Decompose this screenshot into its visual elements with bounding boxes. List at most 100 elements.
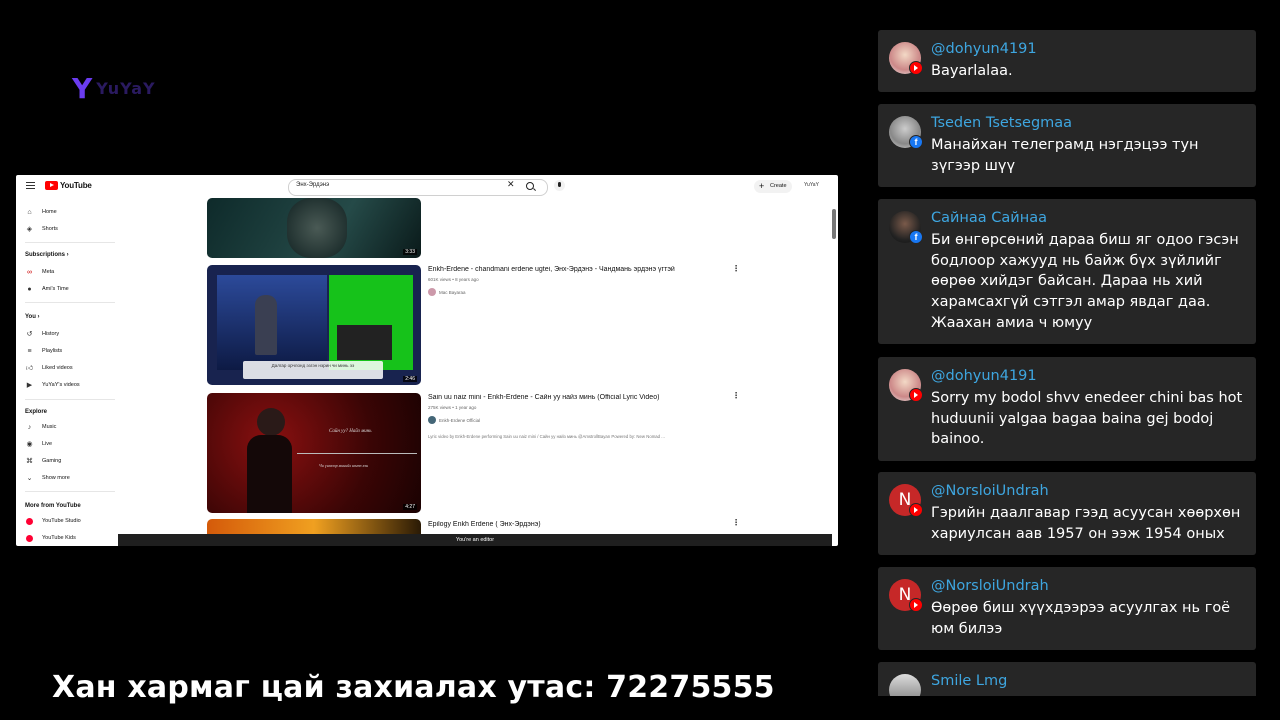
chat-username: Smile Lmg bbox=[931, 673, 1008, 689]
sidebar-label: Meta bbox=[42, 269, 55, 275]
sidebar-item-meta[interactable]: ∞ Meta bbox=[25, 266, 54, 278]
sidebar-label: Music bbox=[42, 424, 57, 430]
youtube-brand: YouTube bbox=[60, 181, 92, 190]
chat-message: @dohyun4191 Sorry my bodol shvv enedeer … bbox=[878, 357, 1256, 461]
your-videos-icon: ▶ bbox=[26, 381, 33, 389]
sidebar-label: Live bbox=[42, 441, 53, 447]
logo-mark: Y bbox=[72, 72, 93, 105]
sidebar-item-kids[interactable]: YouTube Kids bbox=[25, 532, 76, 544]
divider bbox=[25, 302, 115, 303]
chat-username: @NorsloiUndrah bbox=[931, 483, 1049, 499]
video-title[interactable]: Enkh-Erdene - chandmani erdene ugtei, Эн… bbox=[428, 266, 728, 273]
divider bbox=[25, 242, 115, 243]
editor-notice: You're an editor bbox=[118, 534, 832, 546]
stream-logo: Y YuYaY bbox=[72, 72, 156, 105]
chat-message: Smile Lmg bbox=[878, 662, 1256, 696]
sidebar-item-history[interactable]: ↺ History bbox=[25, 328, 60, 340]
sidebar-item-home[interactable]: ⌂ Home bbox=[25, 206, 57, 218]
studio-icon bbox=[25, 517, 34, 526]
scrollbar[interactable] bbox=[832, 209, 836, 239]
sidebar-label: Liked videos bbox=[42, 365, 73, 371]
sidebar-label: Show more bbox=[42, 475, 70, 481]
create-label: Create bbox=[770, 183, 787, 189]
meta-channel-icon: ∞ bbox=[27, 268, 32, 276]
chat-username: @NorsloiUndrah bbox=[931, 578, 1049, 594]
sidebar-label: Ami's Time bbox=[42, 286, 69, 292]
video-meta: 275K views • 1 year ago bbox=[428, 405, 477, 410]
thumbs-up-icon: 👍︎ bbox=[25, 364, 34, 372]
gaming-icon: ⌘ bbox=[26, 457, 33, 465]
account-avatar[interactable]: YuYaY bbox=[804, 182, 819, 188]
search-input[interactable]: Энх-Эрдэнэ ✕ bbox=[288, 179, 548, 196]
sidebar-item-gaming[interactable]: ⌘ Gaming bbox=[25, 455, 61, 467]
menu-icon[interactable] bbox=[26, 182, 35, 191]
video-thumbnail[interactable]: 3:33 bbox=[207, 198, 421, 258]
microphone-icon[interactable] bbox=[554, 180, 565, 191]
chat-username: @dohyun4191 bbox=[931, 368, 1037, 384]
chat-username: @dohyun4191 bbox=[931, 41, 1037, 57]
video-title[interactable]: Epilogy Enkh Erdene ( Энх-Эрдэнэ) bbox=[428, 521, 728, 528]
sidebar-label: Home bbox=[42, 209, 57, 215]
video-meta: 601K views • 8 years ago bbox=[428, 277, 479, 282]
chat-message: N @NorsloiUndrah Өөрөө биш хүүхдээрээ ас… bbox=[878, 567, 1256, 650]
sidebar-label: YouTube Studio bbox=[42, 518, 81, 524]
sidebar-item-show-more[interactable]: ⌄ Show more bbox=[25, 472, 70, 484]
sidebar-item-amis-time[interactable]: ● Ami's Time bbox=[25, 283, 69, 295]
chat-text: Би өнгөрсөний дараа биш яг одоо гэсэн бо… bbox=[931, 232, 1239, 331]
thumbnail-text: Сайн уу? Найз минь bbox=[329, 429, 372, 434]
channel-avatar bbox=[428, 288, 436, 296]
video-description: Lyric video by Enkh-Erdene performing Sa… bbox=[428, 434, 665, 439]
video-channel[interactable]: Enkh-Erdene Official bbox=[428, 416, 480, 424]
facebook-badge-icon: f bbox=[909, 135, 923, 149]
home-icon: ⌂ bbox=[27, 208, 32, 216]
chat-message: @dohyun4191 Bayarlalaa. bbox=[878, 30, 1256, 92]
sidebar-label: History bbox=[42, 331, 60, 337]
explore-header: Explore bbox=[25, 409, 48, 415]
subscriptions-header[interactable]: Subscriptions › bbox=[25, 252, 69, 258]
chat-text: Bayarlalaa. bbox=[931, 63, 1013, 79]
search-query: Энх-Эрдэнэ bbox=[296, 182, 330, 188]
youtube-window: YouTube Энх-Эрдэнэ ✕ + Create YuYaY ⌂ Hom… bbox=[16, 175, 838, 546]
video-title[interactable]: Sain uu naiz mini - Enkh-Erdene - Сайн у… bbox=[428, 394, 728, 401]
chat-username: Сайнаа Сайнаа bbox=[931, 210, 1047, 226]
more-options-icon[interactable]: ⋮ bbox=[732, 392, 740, 400]
facebook-badge-icon: f bbox=[909, 230, 923, 244]
youtube-play-icon bbox=[45, 181, 58, 190]
video-duration: 2:46 bbox=[403, 376, 417, 382]
sidebar-item-your-videos[interactable]: ▶ YuYaY's videos bbox=[25, 379, 80, 391]
sidebar-item-studio[interactable]: YouTube Studio bbox=[25, 515, 81, 527]
sidebar-label: Shorts bbox=[42, 226, 58, 232]
music-icon: ♪ bbox=[27, 423, 32, 431]
video-thumbnail[interactable]: Сайн уу? Найз минь Чи үнэхээр минийх нөг… bbox=[207, 393, 421, 513]
search-icon[interactable] bbox=[526, 182, 534, 190]
sidebar-label: Playlists bbox=[42, 348, 63, 354]
divider bbox=[25, 399, 115, 400]
youtube-logo[interactable]: YouTube bbox=[45, 181, 92, 190]
create-button[interactable]: + Create bbox=[754, 180, 792, 193]
plus-icon: + bbox=[759, 181, 765, 191]
sidebar-item-live[interactable]: ◉ Live bbox=[25, 438, 52, 450]
video-channel[interactable]: Mac Bayaraa bbox=[428, 288, 466, 296]
more-options-icon[interactable]: ⋮ bbox=[732, 519, 740, 527]
clear-icon[interactable]: ✕ bbox=[507, 180, 515, 190]
video-thumbnail[interactable]: Далгар орчлонд эзгэн нэрин чи минь ээ 2:… bbox=[207, 265, 421, 385]
user-avatar bbox=[889, 674, 921, 696]
kids-icon bbox=[25, 534, 34, 543]
you-header[interactable]: You › bbox=[25, 314, 40, 320]
youtube-badge-icon bbox=[909, 61, 923, 75]
chat-text: Sorry my bodol shvv enedeer chini bas ho… bbox=[931, 390, 1243, 448]
sidebar-label: YouTube Kids bbox=[42, 535, 76, 541]
live-chat-panel: @dohyun4191 Bayarlalaa. f Tseden Tsetseg… bbox=[878, 30, 1256, 696]
sidebar-item-shorts[interactable]: ◈ Shorts bbox=[25, 223, 58, 235]
sidebar-item-playlists[interactable]: ≡ Playlists bbox=[25, 345, 62, 357]
sidebar-item-music[interactable]: ♪ Music bbox=[25, 421, 57, 433]
chat-username: Tseden Tsetsegmaa bbox=[931, 115, 1073, 131]
chevron-down-icon: ⌄ bbox=[26, 474, 33, 482]
more-from-youtube-header: More from YouTube bbox=[25, 503, 81, 509]
video-duration: 3:33 bbox=[403, 249, 417, 255]
chat-message: f Tseden Tsetsegmaa Манайхан телеграмд н… bbox=[878, 104, 1256, 187]
more-options-icon[interactable]: ⋮ bbox=[732, 265, 740, 273]
youtube-topbar: YouTube Энх-Эрдэнэ ✕ + Create YuYaY bbox=[16, 175, 838, 199]
ad-banner-text: Хан хармаг цай захиалах утас: 72275555 bbox=[52, 670, 775, 705]
sidebar-item-liked[interactable]: 👍︎ Liked videos bbox=[25, 362, 73, 374]
